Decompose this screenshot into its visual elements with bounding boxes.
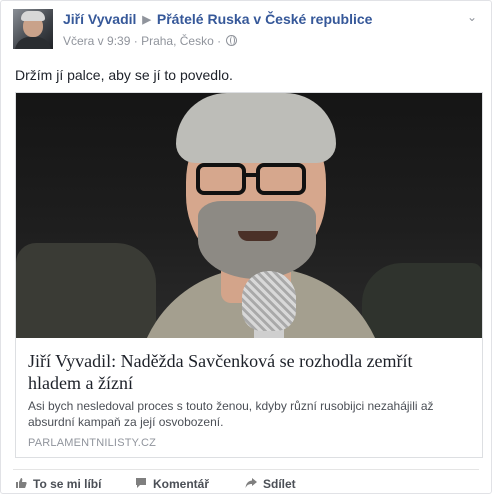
post-header: Jiří Vyvadil ▶ Přátelé Ruska v České repub…: [13, 9, 479, 53]
comment-label: Komentář: [153, 477, 210, 491]
post-timestamp[interactable]: Včera v 9:39: [63, 34, 130, 48]
author-avatar[interactable]: [13, 9, 53, 49]
comment-button[interactable]: Komentář: [135, 477, 209, 491]
link-description: Asi bych nesledoval proces s touto ženou…: [28, 399, 434, 429]
like-button[interactable]: To se mi líbí: [15, 477, 101, 491]
link-title[interactable]: Jiří Vyvadil: Naděžda Savčenková se rozh…: [28, 350, 468, 394]
post-text: Držím jí palce, aby se jí to povedlo.: [15, 67, 233, 83]
share-button[interactable]: Sdílet: [245, 477, 296, 491]
link-preview-image[interactable]: [16, 93, 482, 338]
facebook-post: Jiří Vyvadil ▶ Přátelé Ruska v České repub…: [0, 0, 492, 494]
group-name-link[interactable]: Přátelé Ruska v České republice: [157, 11, 373, 27]
link-domain: PARLAMENTNILISTY.CZ: [28, 437, 157, 449]
post-names: Jiří Vyvadil ▶ Přátelé Ruska v České repub…: [63, 11, 372, 27]
triangle-right-icon: ▶: [142, 14, 151, 26]
comment-icon: [136, 478, 146, 488]
actions-divider: [13, 469, 479, 470]
author-name-link[interactable]: Jiří Vyvadil: [63, 11, 136, 27]
globe-icon[interactable]: [226, 35, 238, 46]
meta-separator-2: ·: [217, 34, 222, 48]
meta-separator: ·: [133, 34, 138, 48]
thumbs-up-icon: [16, 478, 27, 488]
post-meta: Včera v 9:39 · Praha, Česko ·: [63, 34, 238, 48]
chevron-down-icon[interactable]: ⌄: [467, 11, 479, 23]
post-location[interactable]: Praha, Česko: [141, 34, 214, 48]
share-arrow-icon: [245, 478, 257, 488]
share-label: Sdílet: [263, 477, 296, 491]
link-preview[interactable]: Jiří Vyvadil: Naděžda Savčenková se rozh…: [15, 92, 483, 458]
like-label: To se mi líbí: [33, 477, 102, 491]
